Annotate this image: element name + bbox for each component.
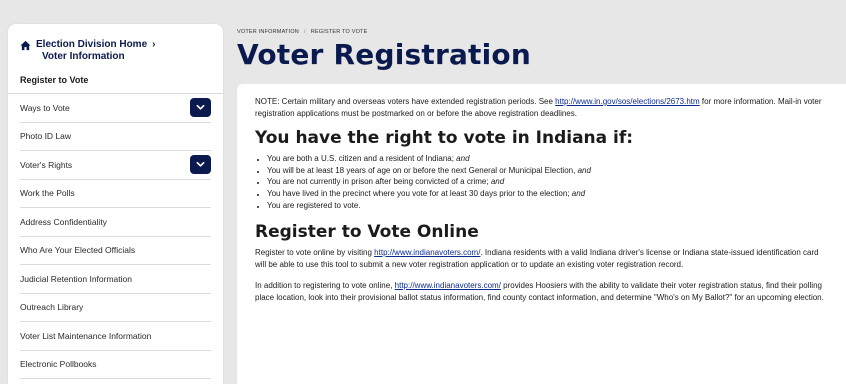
chevron-down-icon <box>196 162 205 167</box>
sos-elections-link[interactable]: http://www.in.gov/sos/elections/2673.htm <box>555 97 700 106</box>
sidebar-item[interactable]: Photo ID Law <box>20 123 211 151</box>
note-text: NOTE: Certain military and overseas vote… <box>255 97 556 106</box>
register-text: Register to vote online by visiting <box>255 247 375 257</box>
sidebar-item[interactable]: Judicial Retention Information <box>20 265 211 294</box>
rights-conjunction: and <box>571 189 586 199</box>
page-title: Voter Registration <box>237 38 532 71</box>
election-division-home-link[interactable]: Election Division Home › Voter Informati… <box>8 24 223 69</box>
sidebar-item[interactable]: Voter's Rights <box>20 151 211 180</box>
sidebar-item-label: Voter List Maintenance Information <box>20 330 152 341</box>
sidebar-item-label: Address Confidentiality <box>20 216 107 227</box>
sidebar-item[interactable]: Ways to Vote <box>20 94 211 123</box>
breadcrumb-voter-information[interactable]: Voter Information <box>237 29 299 35</box>
sidebar-item-label: Work the Polls <box>20 188 75 199</box>
sidebar: Election Division Home › Voter Informati… <box>8 24 223 384</box>
rights-text: You are not currently in prison after be… <box>267 177 491 187</box>
sidebar-item[interactable]: Work the Polls <box>20 180 211 208</box>
home-text: Election Division Home › Voter Informati… <box>36 39 155 63</box>
indianavoters-paragraph: In addition to registering to vote onlin… <box>255 280 828 304</box>
rights-list-item: You have lived in the precinct where you… <box>267 188 828 200</box>
sidebar-item-label: Ways to Vote <box>20 102 70 113</box>
rights-list-item: You are registered to vote. <box>267 200 828 212</box>
rights-heading: You have the right to vote in Indiana if… <box>255 128 634 148</box>
rights-conjunction: and <box>456 154 470 163</box>
sidebar-item[interactable]: Electronic Pollbooks <box>20 351 211 379</box>
expand-button[interactable] <box>190 155 211 175</box>
note-paragraph: NOTE: Certain military and overseas vote… <box>255 96 828 120</box>
rights-list-item: You are both a U.S. citizen and a reside… <box>267 153 828 165</box>
breadcrumb-register-to-vote: Register to Vote <box>310 29 368 35</box>
home-icon <box>20 40 31 51</box>
rights-text: You are registered to vote. <box>267 200 361 210</box>
sidebar-item-label: Judicial Retention Information <box>20 273 132 284</box>
sidebar-item-label: Photo ID Law <box>20 131 72 142</box>
sidebar-item-register-to-vote[interactable]: Register to Vote <box>8 69 223 94</box>
sidebar-item-label: Electronic Pollbooks <box>20 359 97 370</box>
indianavoters-text: In addition to registering to vote onlin… <box>255 280 395 290</box>
indianavoters-link[interactable]: http://www.indianavoters.com/ <box>374 248 480 257</box>
sidebar-item-label: Outreach Library <box>20 302 84 313</box>
rights-list-item: You are not currently in prison after be… <box>267 176 828 188</box>
breadcrumb: Voter Information / Register to Vote <box>237 29 368 35</box>
sidebar-item[interactable]: Who Are Your Elected Officials <box>20 237 211 265</box>
sidebar-item[interactable]: Outreach Library <box>20 294 211 322</box>
sidebar-item[interactable]: Voter List Maintenance Information <box>20 322 211 351</box>
register-online-paragraph: Register to vote online by visiting http… <box>255 247 828 271</box>
main-content: NOTE: Certain military and overseas vote… <box>237 84 846 384</box>
sidebar-item-label: Who Are Your Elected Officials <box>20 245 136 256</box>
home-label: Election Division Home <box>36 39 148 50</box>
chevron-right-icon: › <box>152 39 156 50</box>
register-online-heading: Register to Vote Online <box>255 221 479 242</box>
rights-conjunction: and <box>577 165 591 175</box>
expand-button[interactable] <box>190 98 211 118</box>
rights-conjunction: and <box>490 177 505 187</box>
voter-information-label: Voter Information <box>42 51 125 62</box>
sidebar-item-label: Voter's Rights <box>20 159 73 170</box>
sidebar-list: Ways to Vote Photo ID Law Voter's Rights Wo… <box>8 94 223 379</box>
rights-text: You have lived in the precinct where you… <box>267 189 572 199</box>
breadcrumb-separator: / <box>303 29 306 35</box>
rights-text: You are both a U.S. citizen and a reside… <box>267 154 457 163</box>
rights-list: You are both a U.S. citizen and a reside… <box>255 153 828 212</box>
rights-text: You will be at least 18 years of age on … <box>267 165 578 175</box>
sidebar-item[interactable]: Address Confidentiality <box>20 208 211 237</box>
indianavoters-link-2[interactable]: http://www.indianavoters.com/ <box>395 281 501 290</box>
rights-list-item: You will be at least 18 years of age on … <box>267 165 828 177</box>
home-line: Election Division Home › <box>36 39 155 51</box>
chevron-down-icon <box>196 105 205 110</box>
